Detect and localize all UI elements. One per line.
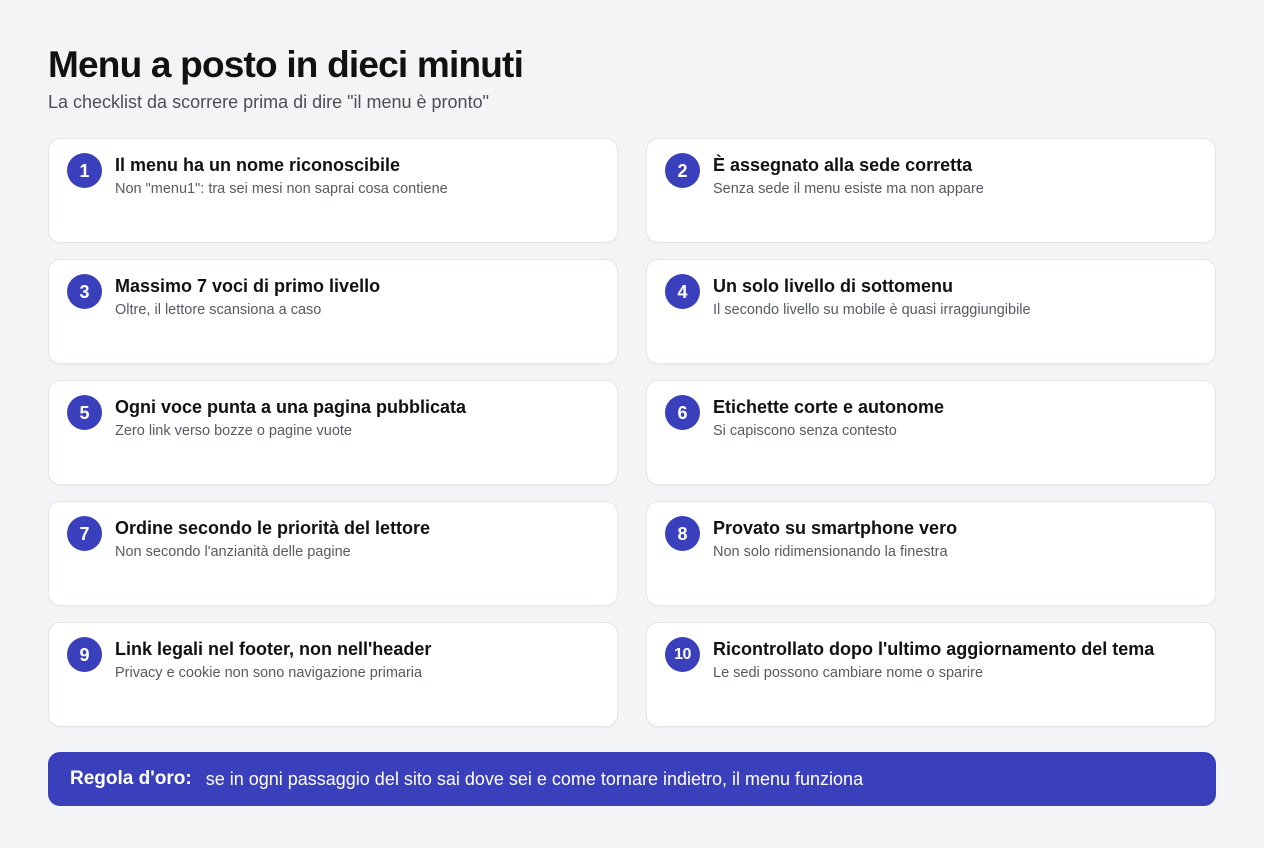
golden-rule-text: se in ogni passaggio del sito sai dove s…: [205, 768, 864, 789]
step-number-badge: 3: [67, 274, 102, 309]
checklist-item: 1 Il menu ha un nome riconoscibile Non "…: [48, 138, 618, 243]
checklist-item: 5 Ogni voce punta a una pagina pubblicat…: [48, 380, 618, 485]
checklist-item-title: Provato su smartphone vero: [713, 518, 958, 538]
checklist-grid: 1 Il menu ha un nome riconoscibile Non "…: [48, 138, 1216, 727]
checklist-item-title: Etichette corte e autonome: [713, 397, 945, 417]
checklist-item-description: Non "menu1": tra sei mesi non saprai cos…: [115, 181, 448, 197]
checklist-item: 8 Provato su smartphone vero Non solo ri…: [646, 501, 1216, 606]
step-number-badge: 4: [665, 274, 700, 309]
checklist-item-description: Si capiscono senza contesto: [713, 423, 897, 439]
checklist-item-description: Le sedi possono cambiare nome o sparire: [713, 665, 984, 681]
checklist-item: 7 Ordine secondo le priorità del lettore…: [48, 501, 618, 606]
checklist-item: 3 Massimo 7 voci di primo livello Oltre,…: [48, 259, 618, 364]
checklist-item: 9 Link legali nel footer, non nell'heade…: [48, 622, 618, 727]
checklist-item-title: È assegnato alla sede corretta: [713, 155, 973, 175]
step-number-badge: 5: [67, 395, 102, 430]
checklist-item: 4 Un solo livello di sottomenu Il second…: [646, 259, 1216, 364]
page-title: Menu a posto in dieci minuti: [48, 44, 524, 85]
checklist-item-title: Un solo livello di sottomenu: [713, 276, 954, 296]
checklist-item: 2 È assegnato alla sede corretta Senza s…: [646, 138, 1216, 243]
step-number-badge: 2: [665, 153, 700, 188]
step-number-badge: 10: [665, 637, 700, 672]
page-subtitle: La checklist da scorrere prima di dire "…: [48, 92, 489, 112]
checklist-item: 10 Ricontrollato dopo l'ultimo aggiornam…: [646, 622, 1216, 727]
checklist-item-description: Non solo ridimensionando la finestra: [713, 544, 948, 560]
step-number-badge: 1: [67, 153, 102, 188]
step-number-badge: 9: [67, 637, 102, 672]
checklist-item-title: Massimo 7 voci di primo livello: [115, 276, 381, 296]
golden-rule-banner: Regola d'oro: se in ogni passaggio del s…: [48, 752, 1216, 806]
checklist-item-title: Ogni voce punta a una pagina pubblicata: [115, 397, 467, 417]
checklist-item: 6 Etichette corte e autonome Si capiscon…: [646, 380, 1216, 485]
checklist-item-description: Zero link verso bozze o pagine vuote: [115, 423, 352, 439]
checklist-item-description: Oltre, il lettore scansiona a caso: [115, 302, 322, 318]
step-number-badge: 8: [665, 516, 700, 551]
checklist-item-description: Il secondo livello su mobile è quasi irr…: [713, 302, 1031, 318]
checklist-item-title: Ordine secondo le priorità del lettore: [115, 518, 431, 538]
step-number-badge: 7: [67, 516, 102, 551]
golden-rule-label: Regola d'oro:: [70, 768, 192, 789]
checklist-item-title: Link legali nel footer, non nell'header: [115, 639, 432, 659]
checklist-item-description: Non secondo l'anzianità delle pagine: [115, 544, 351, 560]
checklist-item-description: Senza sede il menu esiste ma non appare: [713, 181, 984, 197]
step-number-badge: 6: [665, 395, 700, 430]
checklist-item-description: Privacy e cookie non sono navigazione pr…: [115, 665, 423, 681]
checklist-item-title: Ricontrollato dopo l'ultimo aggiornament…: [713, 639, 1155, 659]
checklist-item-title: Il menu ha un nome riconoscibile: [115, 155, 401, 175]
